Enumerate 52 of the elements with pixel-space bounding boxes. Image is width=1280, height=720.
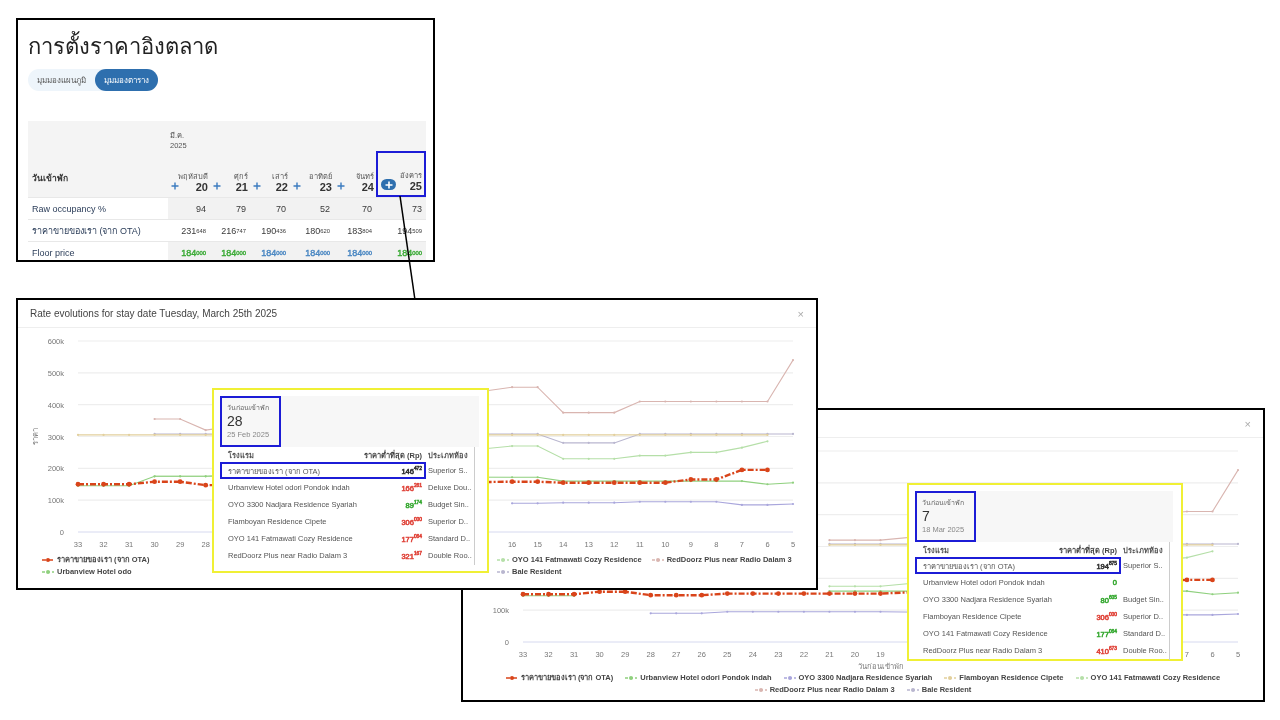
legend-marker-icon bbox=[625, 675, 638, 681]
day-number: 21 bbox=[235, 181, 248, 194]
table-cell: 184$^{000}$ bbox=[290, 242, 334, 260]
legend-marker-icon bbox=[497, 557, 509, 563]
legend-marker-icon bbox=[42, 569, 54, 575]
table-cell: 73 bbox=[376, 198, 426, 219]
legend-marker-icon bbox=[1075, 675, 1088, 681]
legend-marker-icon bbox=[505, 675, 518, 681]
table-cell: 184$^{000}$ bbox=[168, 242, 210, 260]
dialog-title: Rate evolutions for stay date Tuesday, March 25th 2025 bbox=[30, 308, 278, 319]
plus-icon[interactable] bbox=[213, 182, 221, 190]
table-cell-text: 231$^{648}$ bbox=[180, 224, 207, 238]
day-number: 25 bbox=[409, 180, 422, 193]
legend-marker-icon bbox=[906, 687, 919, 693]
day-number: 20 bbox=[195, 181, 208, 194]
table-cell-text: 216$^{747}$ bbox=[220, 224, 247, 238]
legend-marker-icon bbox=[783, 675, 796, 681]
row-label: Floor price bbox=[31, 246, 76, 260]
page-title: การตั้งราคาอิงตลาด bbox=[28, 32, 433, 62]
table-cell: 184$^{000}$ bbox=[210, 242, 250, 260]
row-label: Raw occupancy % bbox=[31, 202, 108, 216]
day-number: 22 bbox=[275, 181, 288, 194]
column-header: วันเข้าพัก bbox=[31, 172, 69, 185]
legend-marker-icon bbox=[944, 675, 957, 681]
table-cell-text: 190$^{436}$ bbox=[260, 224, 287, 238]
legend-marker-icon bbox=[42, 557, 54, 563]
legend-marker-icon bbox=[651, 557, 664, 563]
plus-icon[interactable] bbox=[253, 182, 261, 190]
scrollbar[interactable] bbox=[474, 447, 475, 565]
table-cell: 70 bbox=[334, 198, 376, 219]
view-tab[interactable]: มุมมองตาราง bbox=[95, 69, 158, 91]
legend-marker-icon bbox=[497, 569, 509, 575]
table-cell: 184$^{000}$ bbox=[334, 242, 376, 260]
day-number: 23 bbox=[319, 181, 332, 194]
days-before-value: 28 bbox=[227, 413, 244, 430]
view-tab[interactable]: มุมมองแผนภูมิ bbox=[28, 69, 95, 91]
table-cell: 184$^{000}$ bbox=[250, 242, 290, 260]
day-number: 24 bbox=[361, 181, 374, 194]
plus-icon[interactable] bbox=[293, 182, 301, 190]
days-before-value: 7 bbox=[922, 508, 931, 525]
plus-icon[interactable] bbox=[337, 182, 345, 190]
table-cell: 52 bbox=[290, 198, 334, 219]
table-cell-text: 183$^{804}$ bbox=[346, 224, 373, 238]
table-cell-text: 180$^{620}$ bbox=[304, 224, 331, 238]
row-label: ราคาขายของเรา (จาก OTA) bbox=[31, 224, 142, 238]
table-cell: 94 bbox=[168, 198, 210, 219]
legend-marker-icon bbox=[754, 687, 767, 693]
plus-icon[interactable] bbox=[171, 182, 179, 190]
table-cell: 70 bbox=[250, 198, 290, 219]
table-cell: 79 bbox=[210, 198, 250, 219]
add-button[interactable] bbox=[381, 179, 396, 190]
scrollbar[interactable] bbox=[1169, 542, 1170, 660]
